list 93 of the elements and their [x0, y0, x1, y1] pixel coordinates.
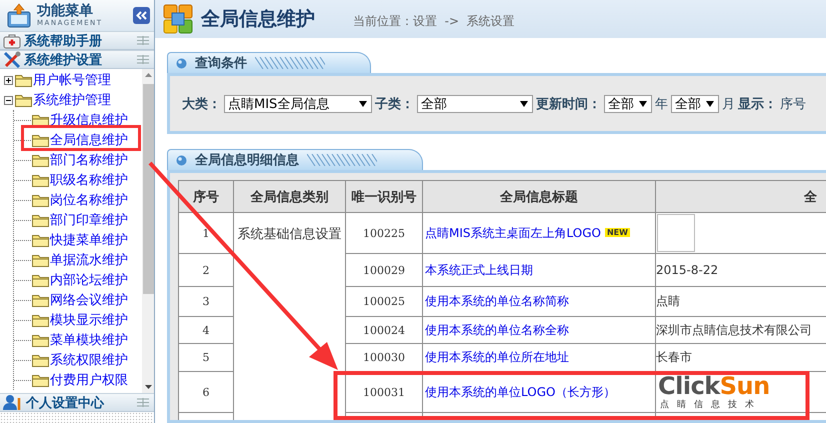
folder-icon: [32, 173, 49, 187]
first-aid-kit-icon: [3, 32, 21, 48]
tree-item[interactable]: 部门名称维护: [50, 151, 128, 169]
table-cell-text: 深圳市点睛信息技术有限公司: [656, 322, 812, 336]
tree-item[interactable]: 系统维护管理: [33, 91, 111, 109]
table-cell: 100225: [346, 212, 422, 254]
globe-icon: [176, 58, 187, 68]
double-chevron-icon: [136, 11, 147, 20]
folder-icon: [32, 313, 49, 327]
section-handle-icon: [137, 55, 149, 64]
tree-item[interactable]: 网络会议维护: [50, 291, 128, 309]
folder-icon: [32, 193, 49, 207]
tree-item[interactable]: 岗位名称维护: [50, 191, 128, 209]
filter-label: 大类：: [182, 96, 221, 112]
tree-item[interactable]: 用户帐号管理: [33, 71, 111, 89]
title-link[interactable]: 本系统正式上线日期: [425, 262, 533, 276]
tree-item[interactable]: 付费用户权限: [50, 371, 128, 389]
new-badge: NEW: [604, 228, 630, 236]
stripes-icon: [255, 57, 325, 69]
table-cell: 1: [178, 212, 234, 254]
dropdown[interactable]: 全部: [671, 94, 719, 112]
logo-text: ClickSun: [657, 374, 771, 398]
folder-icon: [32, 133, 49, 147]
table-cell: 6: [178, 372, 234, 412]
dropdown[interactable]: 全部: [417, 94, 533, 112]
filter-label: 序号: [780, 96, 806, 112]
folder-icon: [15, 73, 32, 87]
tree-item[interactable]: 菜单模块维护: [50, 331, 128, 349]
wrench-screwdriver-icon: [3, 51, 21, 68]
page-title: 全局信息维护: [201, 7, 315, 32]
filter-label: 更新时间：: [536, 96, 601, 112]
filter-label: 显示：: [738, 96, 777, 112]
section-handle-icon: [137, 36, 149, 45]
breadcrumb: 当前位置：设置 -> 系统设置: [353, 12, 515, 30]
folder-icon: [32, 233, 49, 247]
column-header: 全局信息标题: [422, 180, 656, 212]
panel-title: 全局信息明细信息: [195, 152, 299, 169]
tree-item[interactable]: 部门印章维护: [50, 211, 128, 229]
tree-item[interactable]: 单据流水维护: [50, 251, 128, 269]
folder-icon: [32, 353, 49, 367]
filter-label: 月: [722, 96, 735, 112]
folder-icon: [32, 213, 49, 227]
menu-title: 功能菜单: [37, 4, 94, 18]
tree-item[interactable]: 模块显示维护: [50, 311, 128, 329]
table-cell: 4: [178, 316, 234, 344]
table-cell: 100024: [346, 316, 422, 344]
column-header: 全局信息类别: [234, 180, 346, 212]
tree-item[interactable]: 系统权限维护: [50, 351, 128, 369]
column-header: 序号: [178, 180, 234, 212]
table-cell: 5: [178, 344, 234, 372]
table-cell-text: 点睛: [656, 294, 680, 308]
folder-icon: [32, 113, 49, 127]
table-cell: 2: [178, 254, 234, 286]
app-logo-icon: [163, 4, 193, 34]
section-handle-icon: [137, 398, 149, 407]
dropdown-arrow-icon: [639, 100, 647, 106]
panel-title: 查询条件: [195, 55, 247, 72]
table-cell: 100025: [346, 286, 422, 316]
image-placeholder: [657, 214, 695, 252]
folder-icon: [32, 333, 49, 347]
tree-item[interactable]: 内部论坛维护: [50, 271, 128, 289]
filter-label: 子类：: [375, 96, 414, 112]
tree-item[interactable]: 职级名称维护: [50, 171, 128, 189]
dropdown-arrow-icon: [706, 100, 714, 106]
filter-label: 年: [655, 96, 668, 112]
column-header: 唯一识别号: [346, 180, 422, 212]
collapse-button[interactable]: [133, 7, 150, 24]
table-cell-text: 长春市: [656, 350, 692, 364]
title-link[interactable]: 点睛MIS系统主桌面左上角LOGO: [425, 226, 601, 240]
table-cell: 3: [178, 286, 234, 316]
globe-icon: [176, 154, 187, 166]
folder-icon: [32, 253, 49, 267]
dropdown[interactable]: 全部: [604, 94, 652, 112]
toolbox-icon: [6, 2, 32, 28]
expand-toggle-icon[interactable]: [4, 76, 14, 84]
folder-icon: [15, 93, 32, 107]
tree-item[interactable]: 快捷菜单维护: [50, 231, 128, 249]
folder-icon: [32, 373, 49, 387]
table-cell: 100029: [346, 254, 422, 286]
scroll-bar[interactable]: [142, 69, 154, 393]
dropdown[interactable]: 点睛MIS全局信息: [224, 94, 372, 112]
dropdown-arrow-icon: [359, 100, 367, 106]
stripes-icon: [307, 154, 377, 166]
dropdown-arrow-icon: [520, 100, 528, 106]
folder-icon: [32, 273, 49, 287]
collapse-toggle-icon[interactable]: [4, 96, 14, 104]
column-header: 全: [656, 180, 826, 212]
user-wrench-icon: [3, 394, 23, 411]
tree-item[interactable]: 全局信息维护: [50, 131, 128, 149]
folder-icon: [32, 293, 49, 307]
logo-tagline: 点睛信息技术: [659, 398, 763, 410]
table-cell-text: 2015-8-22: [656, 263, 718, 277]
folder-icon: [32, 153, 49, 167]
